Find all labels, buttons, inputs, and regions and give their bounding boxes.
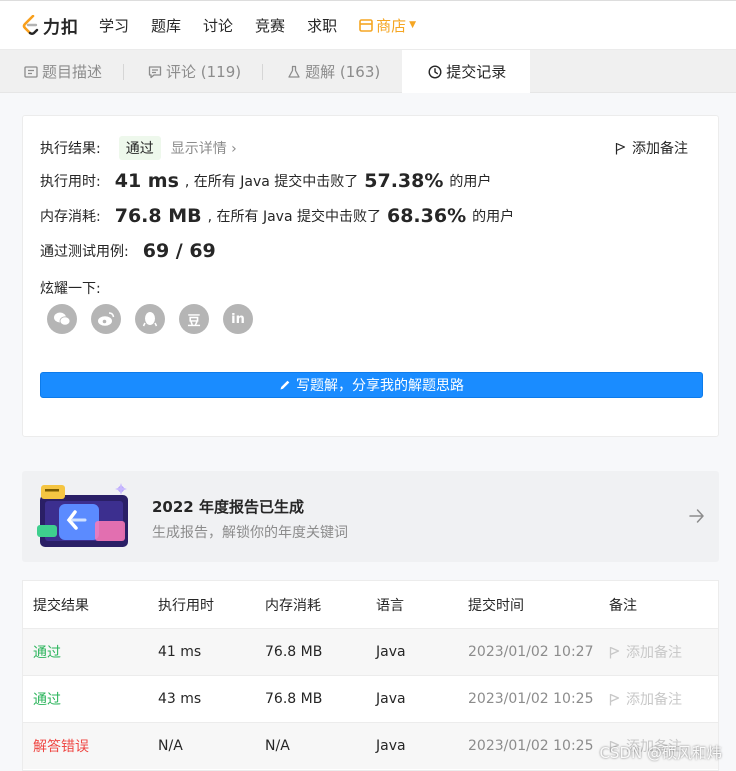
tab-description[interactable]: 题目描述: [0, 50, 125, 93]
flag-icon: [609, 646, 620, 658]
document-icon: [24, 65, 38, 78]
row-memory: N/A: [265, 738, 290, 754]
table-row[interactable]: 通过 41 ms 76.8 MB Java 2023/01/02 10:27 添…: [23, 628, 718, 675]
banner-subtitle: 生成报告，解锁你的年度关键词: [152, 525, 348, 541]
nav-item-shop[interactable]: 商店 ▼: [359, 15, 416, 36]
row-submitted: 2023/01/02 10:25: [468, 691, 594, 707]
memory-percent: 68.36%: [386, 205, 467, 227]
runtime-label: 执行用时:: [40, 174, 101, 190]
header-memory: 内存消耗: [265, 597, 321, 614]
write-solution-button[interactable]: 写题解，分享我的解题思路: [40, 372, 703, 398]
table-header: 提交结果 执行用时 内存消耗 语言 提交时间 备注: [23, 581, 718, 628]
leetcode-logo-icon: [22, 15, 39, 35]
nav-item-problems[interactable]: 题库: [151, 15, 181, 36]
row-language: Java: [376, 738, 406, 754]
nav-item-learn[interactable]: 学习: [99, 15, 129, 36]
row-add-note-button[interactable]: 添加备注: [609, 689, 682, 709]
header-notes: 备注: [609, 597, 637, 614]
arrow-right-icon: [689, 509, 704, 523]
tab-label: 提交记录: [446, 63, 507, 81]
logo[interactable]: 力扣: [22, 13, 79, 38]
runtime-suffix: 的用户: [449, 174, 492, 190]
test-cases-row: 通过测试用例: 69 / 69: [40, 240, 222, 262]
tab-label: 题解 (163): [305, 63, 381, 81]
row-submitted: 2023/01/02 10:25: [468, 738, 594, 754]
annual-report-illustration: [37, 483, 128, 547]
nav-item-contest[interactable]: 竞赛: [255, 15, 285, 36]
row-memory: 76.8 MB: [265, 644, 323, 660]
logo-text: 力扣: [43, 17, 79, 38]
tab-label: 题目描述: [42, 63, 103, 81]
tab-solutions[interactable]: 题解 (163): [263, 50, 402, 93]
row-result[interactable]: 通过: [33, 689, 61, 709]
memory-value: 76.8 MB: [114, 205, 202, 227]
pencil-icon: [280, 380, 290, 390]
clock-icon: [428, 64, 442, 79]
row-runtime: N/A: [158, 738, 183, 754]
weibo-icon[interactable]: [91, 304, 121, 334]
status-label: 执行结果:: [40, 141, 101, 157]
row-add-note-label: 添加备注: [626, 645, 682, 661]
comment-icon: [148, 65, 162, 78]
qq-icon[interactable]: [135, 304, 165, 334]
write-solution-label: 写题解，分享我的解题思路: [296, 378, 464, 394]
show-details-label: 显示详情: [170, 141, 227, 157]
banner-title: 2022 年度报告已生成: [152, 498, 304, 516]
status-badge: 通过: [118, 136, 161, 160]
header-submitted: 提交时间: [468, 597, 524, 614]
flag-icon: [609, 693, 620, 705]
tab-comments[interactable]: 评论 (119): [124, 50, 264, 93]
row-language: Java: [376, 644, 406, 660]
show-details-link[interactable]: 显示详情 ›: [171, 138, 237, 158]
test-cases-value: 69 / 69: [142, 240, 216, 262]
row-language: Java: [376, 691, 406, 707]
row-submitted: 2023/01/02 10:27: [468, 644, 594, 660]
row-result[interactable]: 解答错误: [33, 736, 89, 756]
result-status-row: 执行结果: 通过 显示详情 ›: [40, 136, 237, 160]
flag-icon: [615, 142, 626, 154]
header-result: 提交结果: [33, 597, 89, 614]
nav-item-jobs[interactable]: 求职: [307, 15, 337, 36]
runtime-value: 41 ms: [114, 170, 179, 192]
nav-item-discuss[interactable]: 讨论: [203, 15, 233, 36]
memory-label: 内存消耗:: [40, 209, 101, 225]
annual-report-banner[interactable]: 2022 年度报告已生成 生成报告，解锁你的年度关键词: [22, 471, 719, 562]
runtime-row: 执行用时: 41 ms , 在所有 Java 提交中击败了 57.38% 的用户: [40, 170, 491, 192]
watermark: CSDN @硕风和炜: [599, 744, 722, 762]
flask-icon: [288, 65, 300, 78]
problem-tabs: 题目描述 评论 (119) 题解 (163) 提交记录: [0, 50, 736, 93]
add-note-label: 添加备注: [632, 141, 688, 157]
row-add-note-label: 添加备注: [626, 692, 682, 708]
runtime-percent: 57.38%: [364, 170, 444, 192]
memory-text: , 在所有 Java 提交中击败了: [207, 209, 381, 225]
submission-result-card: 执行结果: 通过 显示详情 › 添加备注 执行用时: 41 ms , 在所有 J…: [22, 115, 719, 437]
tab-submissions[interactable]: 提交记录: [402, 50, 531, 93]
share-icons: 豆 in: [47, 304, 267, 334]
share-label: 炫耀一下:: [40, 281, 101, 297]
row-add-note-button[interactable]: 添加备注: [609, 642, 682, 662]
row-runtime: 43 ms: [158, 691, 202, 707]
top-navbar: 力扣 学习 题库 讨论 竞赛 求职 商店 ▼: [0, 0, 736, 50]
memory-row: 内存消耗: 76.8 MB , 在所有 Java 提交中击败了 68.36% 的…: [40, 205, 514, 227]
add-note-button[interactable]: 添加备注: [615, 138, 688, 158]
row-memory: 76.8 MB: [265, 691, 323, 707]
wechat-icon[interactable]: [47, 304, 77, 334]
share-row: 炫耀一下:: [40, 278, 101, 298]
runtime-text: , 在所有 Java 提交中击败了: [184, 174, 359, 190]
shop-icon: [359, 18, 373, 32]
header-runtime: 执行用时: [158, 597, 214, 614]
header-language: 语言: [376, 597, 404, 614]
memory-suffix: 的用户: [472, 209, 515, 225]
douban-icon[interactable]: 豆: [179, 304, 209, 334]
shop-label: 商店: [376, 16, 407, 35]
row-result[interactable]: 通过: [33, 642, 61, 662]
test-cases-label: 通过测试用例:: [40, 244, 129, 260]
linkedin-icon[interactable]: in: [223, 304, 253, 334]
row-runtime: 41 ms: [158, 644, 202, 660]
chevron-down-icon: ▼: [409, 20, 417, 30]
tab-label: 评论 (119): [166, 63, 242, 81]
table-row[interactable]: 通过 43 ms 76.8 MB Java 2023/01/02 10:25 添…: [23, 675, 718, 722]
